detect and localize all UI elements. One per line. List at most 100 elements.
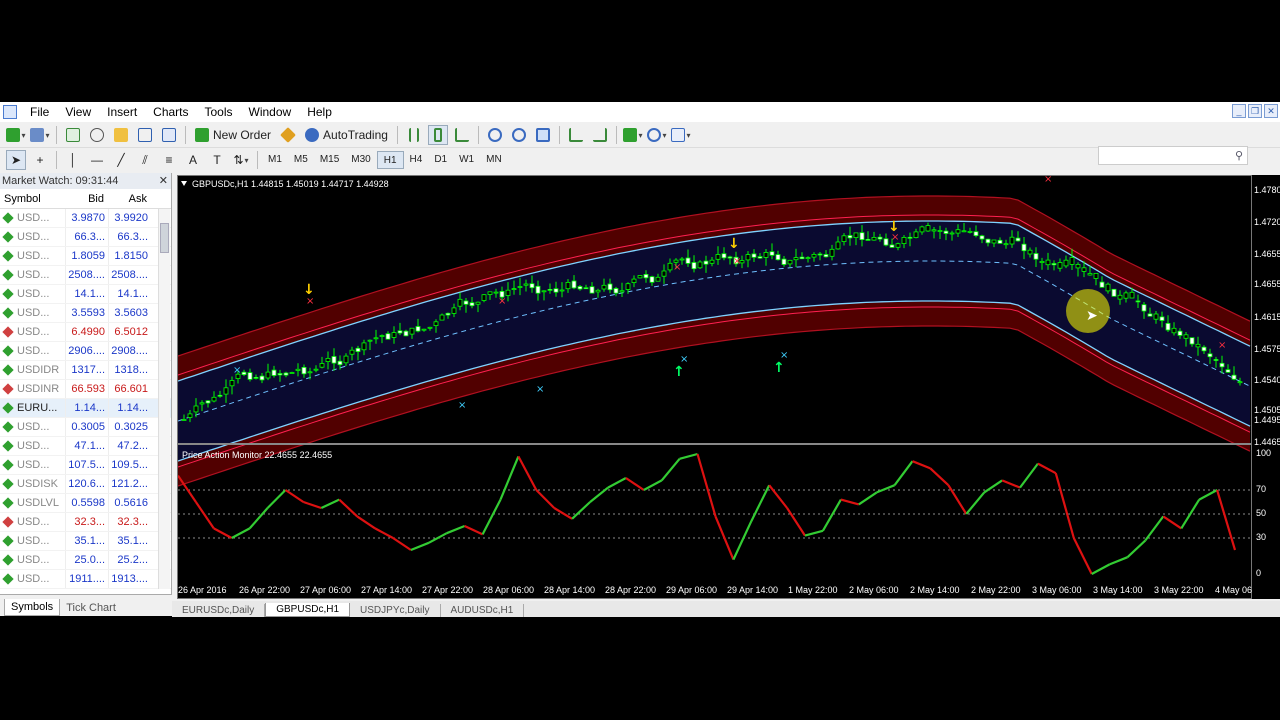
new-order-button[interactable]: New Order [192,125,274,145]
market-watch-row[interactable]: USD... 1.8059 1.8150 [0,247,171,266]
market-watch-row[interactable]: USD... 3.5593 3.5603 [0,304,171,323]
close-button[interactable]: ✕ [1264,104,1278,118]
profiles-button[interactable]: ▾ [30,125,50,145]
horizontal-line-button[interactable]: — [87,150,107,170]
bid-column-header[interactable]: Bid [65,189,108,208]
minimize-button[interactable]: _ [1232,104,1246,118]
chart-tab-usdjpy[interactable]: USDJPYc,Daily [350,604,441,617]
strategy-tester-toggle[interactable] [159,125,179,145]
market-watch-toggle[interactable] [63,125,83,145]
timeframe-d1[interactable]: D1 [428,151,453,169]
market-watch-row[interactable]: USDLVL 0.5598 0.5616 [0,494,171,513]
scrollbar-thumb[interactable] [160,223,169,253]
symbol-column-header[interactable]: Symbol [0,189,65,208]
market-watch-row[interactable]: USD... 14.1... 14.1... [0,285,171,304]
timeframe-h4[interactable]: H4 [404,151,429,169]
autoscroll-button[interactable] [566,125,586,145]
candle-body [1165,322,1171,331]
candle-body [1063,259,1069,267]
equidistant-channel-button[interactable]: ⫽ [135,150,155,170]
tile-windows-button[interactable] [533,125,553,145]
chart-tab-eurusd[interactable]: EURUSDc,Daily [172,604,266,617]
market-watch-row[interactable]: USD... 3.9870 3.9920 [0,209,171,228]
cursor-button[interactable]: ➤ [6,150,26,170]
candle-body [973,231,979,237]
menu-help[interactable]: Help [299,102,340,122]
menu-tools[interactable]: Tools [197,102,241,122]
menu-view[interactable]: View [57,102,99,122]
chart-shift-button[interactable] [590,125,610,145]
price-up-icon [2,402,14,414]
navigator-toggle[interactable] [111,125,131,145]
menu-window[interactable]: Window [241,102,300,122]
close-icon[interactable]: ✕ [159,173,168,189]
timeframe-m15[interactable]: M15 [314,151,345,169]
candle-body [769,251,775,256]
timeframe-m5[interactable]: M5 [288,151,314,169]
candle-body [361,342,367,351]
zoom-in-button[interactable] [485,125,505,145]
periods-button[interactable]: ▾ [647,125,667,145]
timeframe-m1[interactable]: M1 [262,151,288,169]
market-watch-row[interactable]: USD... 35.1... 35.1... [0,532,171,551]
vertical-line-button[interactable]: │ [63,150,83,170]
candle-body [541,290,547,293]
market-watch-row[interactable]: USD... 0.3005 0.3025 [0,418,171,437]
tab-symbols[interactable]: Symbols [4,599,61,616]
symbol-cell: EURU... [0,399,65,417]
market-watch-row[interactable]: USDINR 66.593 66.601 [0,380,171,399]
templates-button[interactable]: ▾ [671,125,691,145]
clock-icon [647,128,662,142]
ask-column-header[interactable]: Ask [108,189,151,208]
symbol-cell: USD... [0,247,65,265]
market-watch-row[interactable]: USD... 1911.... 1913.... [0,570,171,589]
menu-file[interactable]: File [22,102,57,122]
market-watch-row[interactable]: USD... 47.1... 47.2... [0,437,171,456]
price-chart[interactable]: ↓↓↓↑ ↑×××× ×× ××××××➤GBPUSDc,H1 1.44815 1.4… [178,176,1253,600]
menu-insert[interactable]: Insert [99,102,145,122]
market-watch-row[interactable]: USD... 32.3... 32.3... [0,513,171,532]
market-watch-row[interactable]: USD... 107.5... 109.5... [0,456,171,475]
autotrading-button[interactable]: AutoTrading [302,125,391,145]
market-watch-row[interactable]: USDISK 120.6... 121.2... [0,475,171,494]
symbol-cell: USD... [0,551,65,569]
timeframe-m30[interactable]: M30 [345,151,376,169]
line-chart-button[interactable] [452,125,472,145]
market-watch-row[interactable]: USD... 6.4990 6.5012 [0,323,171,342]
candle-body [505,289,511,296]
market-watch-row[interactable]: USD... 66.3... 66.3... [0,228,171,247]
arrows-button[interactable]: ⇅ ▾ [231,150,251,170]
market-watch-row[interactable]: USD... 2508.... 2508.... [0,266,171,285]
zoom-out-button[interactable] [509,125,529,145]
new-chart-button[interactable]: ▾ [6,125,26,145]
market-watch-row[interactable]: USD... 2906.... 2908.... [0,342,171,361]
indicators-button[interactable]: ▾ [623,125,643,145]
candle-body [307,371,313,374]
market-watch-row[interactable]: EURU... 1.14... 1.14... [0,399,171,418]
chart-tab-gbpusd[interactable]: GBPUSDc,H1 [265,603,351,617]
timeframe-mn[interactable]: MN [480,151,508,169]
tab-tick-chart[interactable]: Tick Chart [60,600,122,616]
candlestick-button[interactable] [427,125,448,145]
crosshair-button[interactable]: + [30,150,50,170]
timeframe-w1[interactable]: W1 [453,151,480,169]
candle-body [295,368,301,371]
chart-tab-audusd[interactable]: AUDUSDc,H1 [441,604,525,617]
text-button[interactable]: A [183,150,203,170]
cross-marker-icon: × [733,256,741,267]
candle-body [601,284,607,290]
terminal-toggle[interactable] [135,125,155,145]
data-window-toggle[interactable] [87,125,107,145]
menu-charts[interactable]: Charts [145,102,196,122]
timeframe-h1[interactable]: H1 [376,151,404,169]
fibonacci-button[interactable]: ≡ [159,150,179,170]
text-label-button[interactable]: T [207,150,227,170]
restore-button[interactable]: ❐ [1248,104,1262,118]
market-watch-scrollbar[interactable] [158,209,170,589]
bar-chart-button[interactable] [404,125,424,145]
market-watch-row[interactable]: USDIDR 1317... 1318... [0,361,171,380]
metaeditor-button[interactable] [278,125,298,145]
market-watch-row[interactable]: USD... 25.0... 25.2... [0,551,171,570]
trendline-button[interactable]: ╱ [111,150,131,170]
chart-window[interactable]: ↓ ↓ ↓ ↑ ↑ × × × × × × × × × × × × ➤ GBPUSDc,H1 1.44815 1.4… [177,175,1253,600]
